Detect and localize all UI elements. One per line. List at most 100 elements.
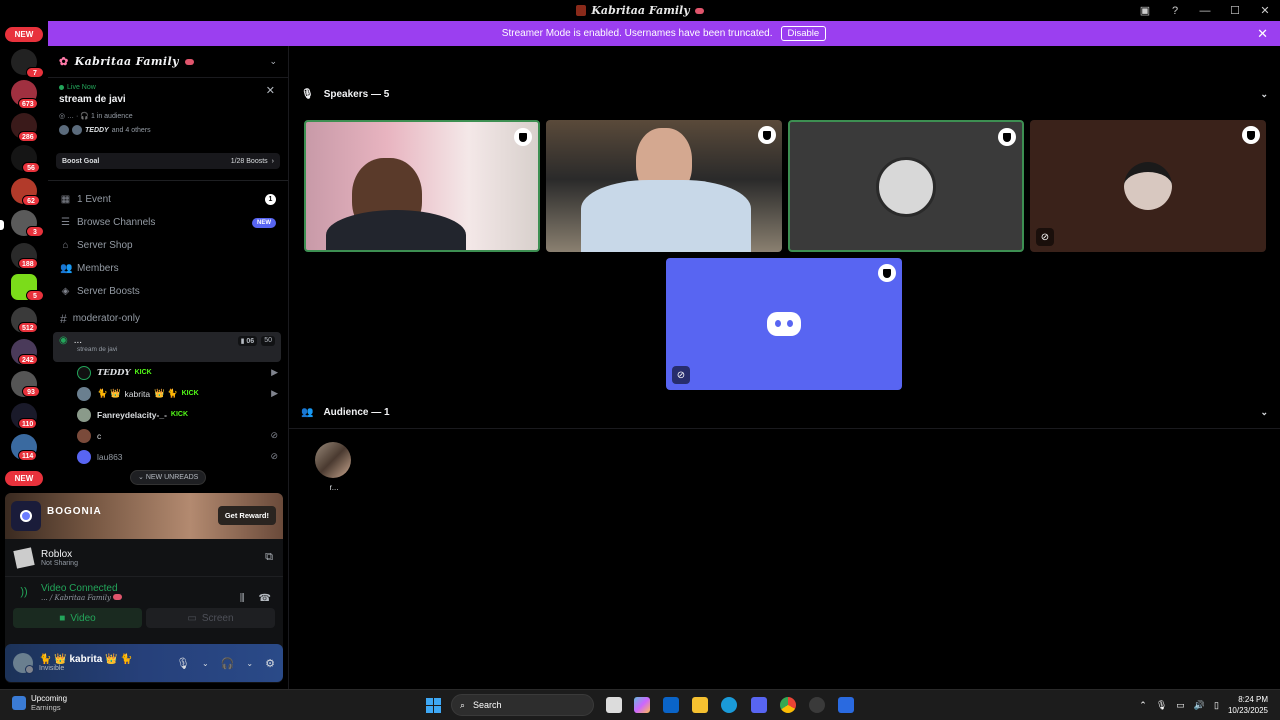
help-icon[interactable]: ?	[1160, 0, 1190, 21]
new-unreads-button[interactable]: ⌄ NEW UNREADS	[130, 470, 207, 485]
muted-mic-icon: ⊘	[672, 366, 690, 384]
camera-icon: ▶	[271, 367, 278, 377]
minimize-button[interactable]: —	[1190, 0, 1220, 21]
promo-brand: BOGONIA	[47, 506, 102, 517]
microphone-icon[interactable]: 🎙	[176, 657, 190, 670]
title-bar: Kabritaa Family ▣ ? — ☐ ✕	[0, 0, 1280, 21]
menu-browse-channels[interactable]: ☰ Browse Channels NEW	[48, 211, 288, 234]
avatar	[876, 157, 936, 217]
speaker-tile-5[interactable]: ⊘	[666, 258, 902, 390]
live-stage-card[interactable]: Live Now stream de javi ◎ … · 🎧 1 in aud…	[48, 78, 288, 141]
noise-suppression-icon[interactable]: ⫼	[240, 593, 245, 604]
channel-moderator-only[interactable]: # moderator-only	[48, 307, 288, 330]
menu-members[interactable]: 👥 Members	[48, 257, 288, 280]
close-window-button[interactable]: ✕	[1250, 0, 1280, 21]
event-badge: 1	[265, 194, 276, 205]
chevron-down-icon[interactable]: ⌄	[1260, 407, 1268, 418]
voice-user-kabrita[interactable]: 🐈 👑 kabrita 👑 🐈 KICK ▶	[48, 383, 288, 404]
audience-header[interactable]: 👥 Audience — 1 ⌄	[289, 400, 1280, 424]
inbox-icon[interactable]: ▣	[1130, 0, 1160, 21]
connection-server: Kabritaa Family	[54, 594, 111, 602]
battery-icon[interactable]: ▯	[1214, 700, 1219, 711]
widgets-button[interactable]: Upcoming Earnings	[12, 694, 67, 712]
avatar	[72, 125, 82, 135]
chevron-down-icon[interactable]: ⌄	[269, 56, 277, 67]
chevron-down-icon[interactable]: ⌄	[246, 659, 253, 668]
kick-tag: KICK	[181, 390, 199, 397]
menu-server-shop[interactable]: ⌂ Server Shop	[48, 234, 288, 257]
start-button[interactable]	[426, 698, 441, 713]
streamer-mode-banner: Streamer Mode is enabled. Usernames have…	[48, 21, 1280, 46]
speaker-tile-2[interactable]	[546, 120, 782, 252]
game-status: Not Sharing	[41, 559, 78, 567]
clock[interactable]: 8:24 PM 10/23/2025	[1228, 694, 1268, 716]
file-explorer-icon[interactable]	[692, 697, 708, 713]
connection-status[interactable]: Video Connected	[41, 583, 122, 594]
promo-banner[interactable]: BOGONIA Get Reward!	[5, 493, 283, 539]
voice-channel-active[interactable]: ◉... stream de javi ▮ 06 50	[53, 332, 281, 362]
avatar	[77, 365, 91, 380]
get-reward-button[interactable]: Get Reward!	[217, 506, 276, 525]
server-badge: 56	[22, 162, 40, 173]
voice-user-lau[interactable]: lau863 ⊘	[48, 446, 288, 467]
audience-member[interactable]: r...	[315, 442, 353, 492]
copilot-icon[interactable]	[634, 697, 650, 713]
screen-icon: ▭	[187, 612, 197, 624]
taskbar-search[interactable]: ⌕ Search	[451, 694, 594, 716]
volume-icon[interactable]: 🔊	[1194, 700, 1205, 711]
chevron-down-icon[interactable]: ⌄	[202, 659, 209, 668]
boost-icon: ◈	[61, 286, 70, 297]
network-icon[interactable]: ▭	[1176, 700, 1185, 711]
voice-user-fanrey[interactable]: Fanreydelacity-_- KICK	[48, 404, 288, 425]
maximize-button[interactable]: ☐	[1220, 0, 1250, 21]
stage-view: 🎙 Speakers — 5 ⌄ ⊘ ⊘ 👥 Audience — 1 ⌄ r.…	[289, 46, 1280, 689]
calendar-icon: ▦	[60, 194, 71, 205]
camera-icon: ▶	[271, 388, 278, 398]
edge-icon[interactable]	[721, 697, 737, 713]
microphone-icon[interactable]: 🎙	[1156, 700, 1167, 711]
avatar[interactable]	[13, 653, 34, 674]
new-pill-top[interactable]: NEW	[5, 27, 43, 42]
server-badge: 7	[26, 67, 44, 78]
chrome-icon[interactable]	[780, 697, 796, 713]
outlook-icon[interactable]	[663, 697, 679, 713]
share-screen-icon[interactable]: ⧉	[265, 551, 273, 564]
discord-taskbar-icon[interactable]	[751, 697, 767, 713]
speaker-tile-4[interactable]: ⊘	[1030, 120, 1266, 252]
user-bar: 🐈 👑 kabrita 👑 🐈 Invisible 🎙 ⌄ 🎧 ⌄ ⚙	[5, 644, 283, 682]
speakers-header[interactable]: 🎙 Speakers — 5 ⌄	[289, 82, 1280, 106]
speaker-tile-1[interactable]	[304, 120, 540, 252]
menu-server-boosts[interactable]: ◈ Server Boosts	[48, 280, 288, 303]
live-dot-icon	[59, 85, 64, 90]
server-badge: 62	[22, 195, 40, 206]
voice-user-teddy[interactable]: TEDDY KICK ▶	[48, 362, 288, 383]
headphones-icon[interactable]: 🎧	[221, 657, 235, 670]
close-icon[interactable]: ✕	[266, 84, 275, 97]
voice-user-c[interactable]: c ⊘	[48, 425, 288, 446]
chevron-up-icon[interactable]: ⌃	[1139, 700, 1147, 711]
new-pill-bottom[interactable]: NEW	[5, 471, 43, 486]
server-badge: 5	[26, 290, 44, 301]
screen-button[interactable]: ▭ Screen	[146, 608, 275, 628]
widget-icon	[12, 696, 26, 710]
shield-icon	[758, 126, 776, 144]
signal-icon: ))	[20, 586, 28, 598]
steam-icon[interactable]	[809, 697, 825, 713]
others-suffix: and 4 others	[111, 126, 151, 134]
members-icon: 👥	[60, 263, 73, 274]
task-view-icon[interactable]	[606, 697, 622, 713]
banner-text: Streamer Mode is enabled. Usernames have…	[501, 28, 773, 39]
promo-logo-icon	[11, 501, 41, 531]
disable-button[interactable]: Disable	[780, 26, 827, 41]
close-icon[interactable]: ✕	[1257, 26, 1268, 42]
server-header[interactable]: ✿ Kabritaa Family ⌄	[48, 46, 288, 78]
menu-events[interactable]: ▦ 1 Event 1	[48, 188, 288, 211]
disconnect-icon[interactable]: ☎	[259, 593, 271, 604]
video-button[interactable]: ■ Video	[13, 608, 142, 628]
chevron-down-icon[interactable]: ⌄	[1260, 89, 1268, 100]
app-icon[interactable]	[838, 697, 854, 713]
gear-icon[interactable]: ⚙	[265, 657, 275, 670]
speaker-tile-3[interactable]	[788, 120, 1024, 252]
server-badge: 188	[18, 258, 38, 269]
boost-goal[interactable]: Boost Goal 1/28 Boosts ›	[56, 153, 280, 169]
